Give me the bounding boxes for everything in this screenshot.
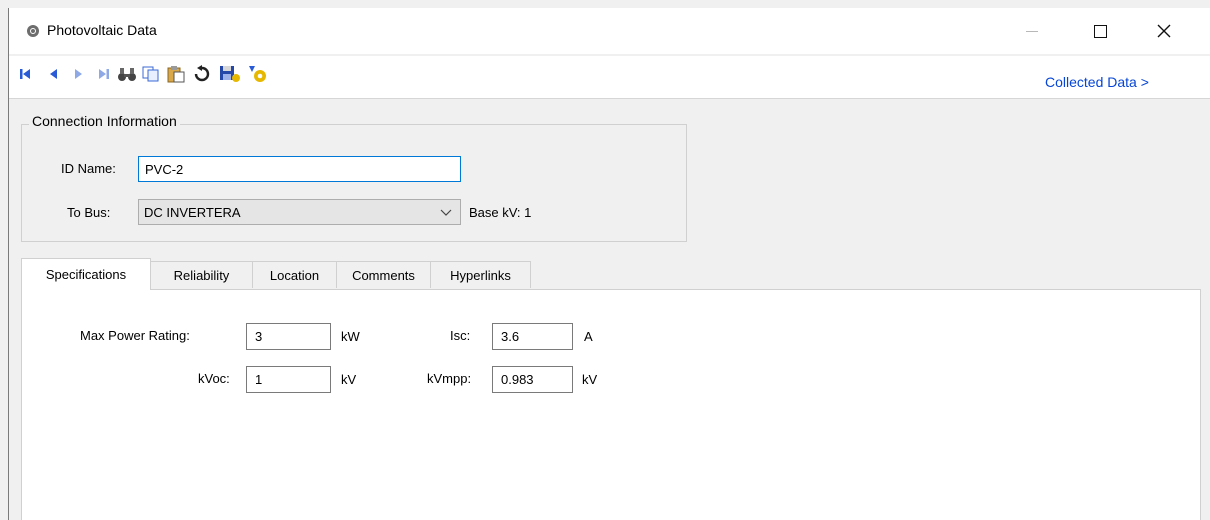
- isc-input[interactable]: 3.6: [492, 323, 573, 350]
- collected-data-link[interactable]: Collected Data >: [1045, 74, 1149, 90]
- kvoc-value: 1: [255, 372, 263, 387]
- kvmpp-label: kVmpp:: [427, 371, 472, 386]
- toolbar: Collected Data >: [9, 56, 1210, 99]
- id-name-label: ID Name:: [61, 161, 116, 176]
- to-bus-value: DC INVERTERA: [144, 204, 241, 220]
- previous-record-icon: [50, 69, 57, 79]
- tab-reliability[interactable]: Reliability: [150, 261, 253, 288]
- tab-specifications[interactable]: Specifications: [21, 258, 151, 290]
- find-icon: [118, 68, 136, 81]
- kvoc-input[interactable]: 1: [246, 366, 331, 393]
- last-record-icon: [99, 69, 109, 79]
- previous-record-button[interactable]: [47, 64, 61, 84]
- isc-unit: A: [584, 329, 593, 344]
- last-record-button[interactable]: [97, 64, 111, 84]
- kvoc-label: kVoc:: [198, 371, 230, 386]
- isc-label: Isc:: [450, 328, 471, 343]
- next-record-button[interactable]: [71, 64, 85, 84]
- kvmpp-value: 0.983: [501, 372, 534, 387]
- kvmpp-unit: kV: [582, 372, 598, 387]
- settings-icon: [249, 66, 266, 82]
- isc-value: 3.6: [501, 329, 520, 344]
- close-button[interactable]: [1141, 8, 1187, 54]
- window-title: Photovoltaic Data: [47, 22, 157, 38]
- max-power-rating-value: 3: [255, 329, 263, 344]
- to-bus-label: To Bus:: [67, 205, 111, 220]
- tab-hyperlinks[interactable]: Hyperlinks: [430, 261, 531, 288]
- save-button[interactable]: [219, 64, 241, 84]
- close-icon: [1157, 24, 1171, 38]
- tab-comments[interactable]: Comments: [336, 261, 431, 288]
- copy-button[interactable]: [142, 64, 160, 84]
- undo-icon: [194, 65, 210, 82]
- find-button[interactable]: [117, 64, 137, 84]
- save-icon: [220, 66, 240, 82]
- kvoc-unit: kV: [341, 372, 357, 387]
- kvmpp-input[interactable]: 0.983: [492, 366, 573, 393]
- undo-button[interactable]: [193, 64, 211, 84]
- app-icon: [27, 25, 39, 37]
- base-kv-label: Base kV: 1: [469, 205, 532, 220]
- minimize-icon: [1026, 30, 1038, 32]
- minimize-button[interactable]: [1009, 8, 1055, 54]
- id-name-input[interactable]: PVC-2: [138, 156, 461, 182]
- max-power-rating-input[interactable]: 3: [246, 323, 331, 350]
- first-record-button[interactable]: [18, 64, 32, 84]
- to-bus-select[interactable]: DC INVERTERA: [138, 199, 461, 225]
- first-record-icon: [20, 69, 30, 79]
- maximize-icon: [1093, 24, 1107, 38]
- photovoltaic-data-window: Photovoltaic Data Collected Data > Conne…: [8, 8, 1210, 520]
- copy-icon: [142, 66, 159, 82]
- next-record-icon: [75, 69, 82, 79]
- title-bar: Photovoltaic Data: [9, 8, 1210, 54]
- tab-location[interactable]: Location: [252, 261, 337, 288]
- id-name-value: PVC-2: [145, 161, 184, 177]
- settings-button[interactable]: [245, 64, 269, 84]
- specifications-panel: Max Power Rating: 3 kW Isc: 3.6 A kVoc: …: [21, 289, 1201, 520]
- max-power-rating-label: Max Power Rating:: [80, 328, 190, 343]
- paste-button[interactable]: [167, 64, 185, 84]
- paste-icon: [167, 65, 185, 82]
- maximize-button[interactable]: [1077, 8, 1123, 54]
- max-power-rating-unit: kW: [341, 329, 360, 344]
- chevron-down-icon: [440, 209, 452, 216]
- connection-information-title: Connection Information: [29, 113, 180, 129]
